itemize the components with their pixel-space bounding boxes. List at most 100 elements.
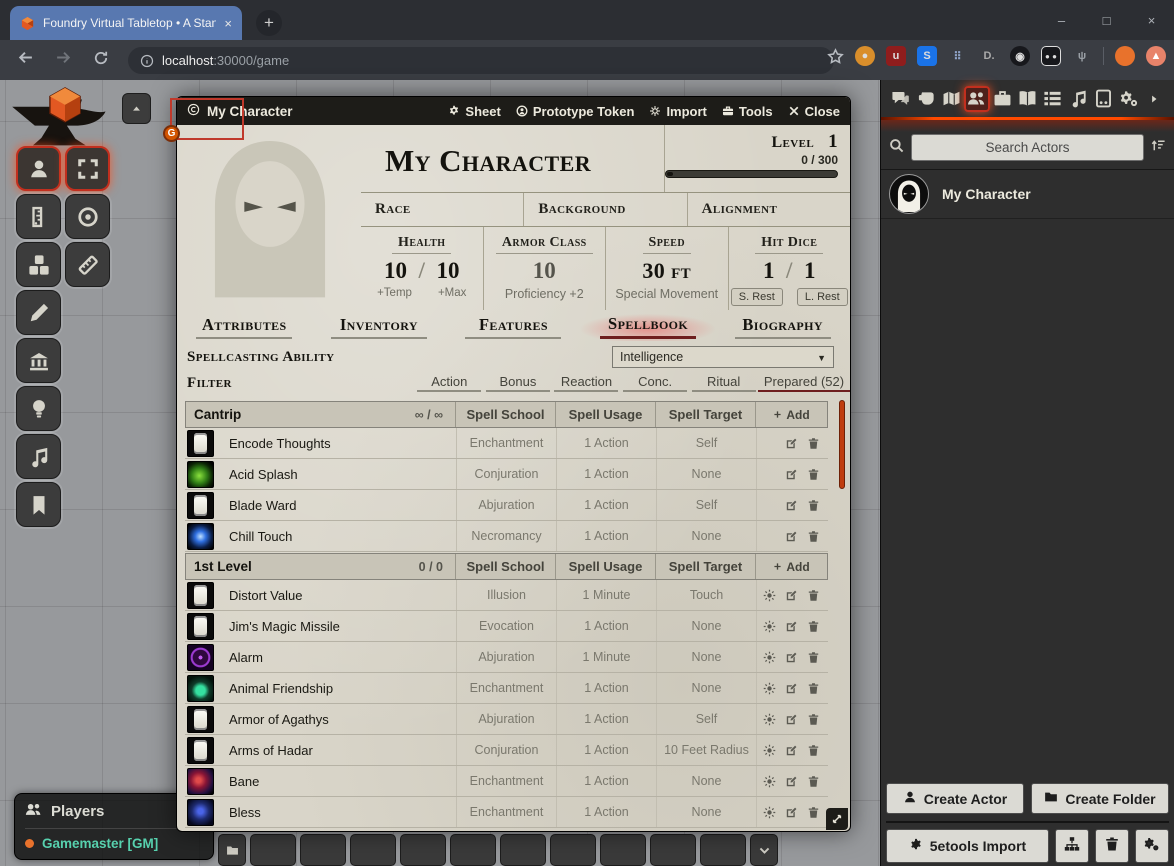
- spell-name[interactable]: Jim's Magic Missile: [219, 619, 456, 634]
- spell-art-scroll[interactable]: [187, 582, 214, 609]
- edit-spell-icon[interactable]: [785, 682, 798, 695]
- tab-close-icon[interactable]: ×: [224, 16, 232, 31]
- ruler-tool[interactable]: [65, 242, 110, 287]
- edit-spell-icon[interactable]: [785, 437, 798, 450]
- add-spell-button[interactable]: Add: [755, 402, 827, 427]
- delete-spell-icon[interactable]: [807, 806, 820, 819]
- macro-slot[interactable]: [250, 834, 296, 866]
- delete-spell-icon[interactable]: [807, 530, 820, 543]
- macro-slot[interactable]: [650, 834, 696, 866]
- tab-features[interactable]: Features: [446, 315, 581, 341]
- delete-spell-icon[interactable]: [807, 651, 820, 664]
- delete-spell-icon[interactable]: [807, 744, 820, 757]
- macro-slot[interactable]: [500, 834, 546, 866]
- prepare-toggle-icon[interactable]: [763, 651, 776, 664]
- player-row[interactable]: Gamemaster [GM]: [25, 836, 203, 851]
- close-window-button[interactable]: ×: [1129, 0, 1174, 40]
- scrollbar-thumb[interactable]: [839, 400, 845, 489]
- spell-art-scroll[interactable]: [187, 492, 214, 519]
- sidebar-tab-combat[interactable]: [913, 86, 938, 112]
- speed-value[interactable]: 30 ft: [606, 258, 728, 284]
- d-ext-icon[interactable]: D.: [979, 46, 999, 66]
- long-rest-button[interactable]: L. Rest: [797, 288, 848, 306]
- macro-slot[interactable]: [350, 834, 396, 866]
- macro-slot[interactable]: [600, 834, 646, 866]
- edit-spell-icon[interactable]: [785, 651, 798, 664]
- folder-tree-button[interactable]: [1055, 829, 1089, 863]
- prepare-toggle-icon[interactable]: [763, 713, 776, 726]
- edit-spell-icon[interactable]: [785, 468, 798, 481]
- search-input[interactable]: [911, 134, 1144, 161]
- prepare-toggle-icon[interactable]: [763, 589, 776, 602]
- ac-value[interactable]: 10: [484, 258, 606, 284]
- import-button[interactable]: Import: [649, 104, 706, 119]
- info-icon[interactable]: [140, 54, 154, 68]
- spell-art-scroll[interactable]: [187, 706, 214, 733]
- nav-collapse-button[interactable]: [122, 93, 151, 124]
- sidebar-tab-tables[interactable]: [1040, 86, 1065, 112]
- spell-art-bless[interactable]: [187, 799, 214, 826]
- edit-spell-icon[interactable]: [785, 589, 798, 602]
- resize-handle-icon[interactable]: [826, 808, 848, 830]
- new-tab-button[interactable]: +: [256, 10, 282, 36]
- delete-spell-icon[interactable]: [807, 682, 820, 695]
- tab-spellbook[interactable]: Spellbook: [581, 314, 716, 341]
- eye-ext-icon[interactable]: ◉: [1010, 46, 1030, 66]
- tiles-tool[interactable]: [16, 242, 61, 287]
- macro-slot[interactable]: [550, 834, 596, 866]
- macro-slot[interactable]: [300, 834, 346, 866]
- spell-row[interactable]: Chill TouchNecromancy1 ActionNone: [185, 521, 828, 552]
- spell-art-scroll[interactable]: [187, 737, 214, 764]
- reload-icon[interactable]: [82, 50, 120, 71]
- macro-slot[interactable]: [450, 834, 496, 866]
- edit-spell-icon[interactable]: [785, 620, 798, 633]
- spellcasting-ability-select[interactable]: Intelligence▼: [612, 346, 834, 368]
- create-folder-button[interactable]: Create Folder: [1031, 783, 1169, 814]
- spell-row[interactable]: Blade WardAbjuration1 ActionSelf: [185, 490, 828, 521]
- delete-spell-icon[interactable]: [807, 775, 820, 788]
- actor-avatar[interactable]: [889, 174, 929, 214]
- spell-row[interactable]: Distort ValueIllusion1 MinuteTouch: [185, 580, 828, 611]
- grid-ext-icon[interactable]: ⠿: [948, 46, 968, 66]
- edit-spell-icon[interactable]: [785, 499, 798, 512]
- spell-art-paw[interactable]: [187, 675, 214, 702]
- spell-row[interactable]: Animal FriendshipEnchantment1 ActionNone: [185, 673, 828, 704]
- tab-inventory[interactable]: Inventory: [312, 315, 447, 341]
- delete-spell-icon[interactable]: [807, 713, 820, 726]
- delete-spell-icon[interactable]: [807, 437, 820, 450]
- url-bar[interactable]: localhost:30000/game: [128, 47, 834, 74]
- tab-biography[interactable]: Biography: [715, 315, 850, 341]
- token-tool[interactable]: [16, 146, 61, 191]
- spell-name[interactable]: Arms of Hadar: [219, 743, 456, 758]
- delete-all-button[interactable]: [1095, 829, 1129, 863]
- add-spell-button[interactable]: Add: [755, 554, 827, 579]
- profile-avatar[interactable]: [1115, 46, 1135, 66]
- filter-bonus[interactable]: Bonus: [484, 374, 553, 392]
- spell-row[interactable]: Armor of AgathysAbjuration1 ActionSelf: [185, 704, 828, 735]
- prepare-toggle-icon[interactable]: [763, 620, 776, 633]
- notes-tool[interactable]: [16, 482, 61, 527]
- tab-attributes[interactable]: Attributes: [177, 315, 312, 341]
- actor-list-item[interactable]: My Character: [881, 170, 1174, 219]
- sidebar-tab-scenes[interactable]: [939, 86, 964, 112]
- create-actor-button[interactable]: Create Actor: [886, 783, 1024, 814]
- sounds-tool[interactable]: [16, 434, 61, 479]
- macro-slot[interactable]: [700, 834, 746, 866]
- browser-tab[interactable]: Foundry Virtual Tabletop • A Stan ×: [10, 6, 242, 40]
- hp-value[interactable]: 10 / 10: [361, 258, 483, 284]
- spell-row[interactable]: BaneEnchantment1 ActionNone: [185, 766, 828, 797]
- max-hp-field[interactable]: +Max: [438, 287, 466, 299]
- bookmark-star-icon[interactable]: [827, 48, 844, 65]
- spell-art-scroll[interactable]: [187, 613, 214, 640]
- filter-ritual[interactable]: Ritual: [689, 374, 758, 392]
- spell-name[interactable]: Alarm: [219, 650, 456, 665]
- delete-spell-icon[interactable]: [807, 589, 820, 602]
- sheet-header[interactable]: My Character G SheetPrototype TokenImpor…: [177, 97, 850, 125]
- cookie-icon[interactable]: ●: [855, 46, 875, 66]
- delete-spell-icon[interactable]: [807, 468, 820, 481]
- spell-name[interactable]: Bless: [219, 805, 456, 820]
- edit-spell-icon[interactable]: [785, 530, 798, 543]
- filter-prepared-52-[interactable]: Prepared (52): [758, 374, 850, 392]
- hit-dice-block[interactable]: Hit Dice 1 / 1 S. Rest L. Rest: [728, 227, 851, 310]
- spell-name[interactable]: Bane: [219, 774, 456, 789]
